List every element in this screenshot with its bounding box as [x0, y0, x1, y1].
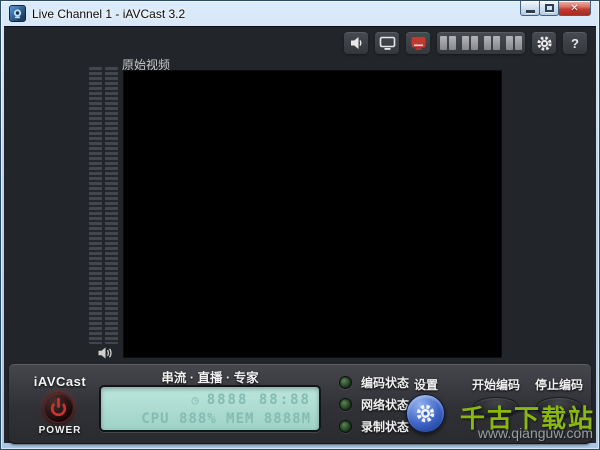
power-icon [50, 397, 67, 417]
gear-icon [536, 35, 552, 51]
settings-label: 设置 [413, 378, 438, 392]
watermark-url: www.qianguw.com [477, 425, 593, 441]
speaker-icon [350, 37, 361, 49]
meter-right-channel [105, 67, 118, 344]
status-row-encoding: 编码状态 [339, 375, 410, 390]
settings-toolbar-button[interactable] [532, 32, 556, 54]
close-button[interactable]: ✕ [558, 1, 591, 16]
video-preview [123, 70, 502, 358]
window-controls: ✕ [520, 1, 591, 16]
status-row-network: 网络状态 [339, 397, 410, 412]
stop-encoding-label[interactable]: 停止编码 [528, 376, 590, 393]
help-icon: ? [571, 35, 579, 51]
channel-bank-button[interactable] [437, 32, 525, 54]
record-monitor-button[interactable] [406, 32, 430, 54]
lcd-time-value: 8888 88:88 [206, 392, 311, 408]
channel-meter-icon [462, 36, 478, 50]
channel-meter-icon [484, 36, 500, 50]
lcd-time-line: ◷ 8888 88:88 [101, 392, 311, 408]
encoding-status-led [339, 375, 352, 389]
lcd-stats-line: CPU 888% MEM 8888M [141, 411, 311, 427]
channel-meter-icon [506, 36, 522, 50]
toolbar: ? [344, 32, 587, 54]
power-label: POWER [38, 425, 82, 436]
settings-button[interactable] [406, 394, 445, 433]
help-button[interactable]: ? [563, 32, 587, 54]
close-icon: ✕ [570, 2, 579, 14]
minimize-icon [525, 9, 535, 13]
maximize-button[interactable] [539, 1, 559, 16]
encoding-status-label: 编码状态 [361, 375, 410, 390]
title-bar[interactable]: Live Channel 1 - iAVCast 3.2 ✕ [1, 1, 599, 26]
power-button[interactable] [43, 392, 74, 423]
gear-icon [416, 404, 435, 423]
status-indicators: 编码状态 网络状态 录制状态 [339, 375, 409, 441]
preview-monitor-button[interactable] [375, 32, 399, 54]
meter-left-channel [89, 67, 102, 344]
monitor-mute-button[interactable] [97, 346, 113, 365]
audio-toggle-button[interactable] [344, 32, 368, 54]
app-window: Live Channel 1 - iAVCast 3.2 ✕ ? 原始视频 iA… [0, 0, 600, 450]
clock-icon: ◷ [191, 393, 201, 407]
network-status-label: 网络状态 [361, 397, 410, 412]
speaker-icon [98, 347, 112, 359]
start-encoding-label[interactable]: 开始编码 [465, 376, 527, 393]
slogan-label: 串流 · 直播 · 专家 [161, 371, 259, 385]
app-icon [9, 5, 26, 22]
network-status-led [339, 397, 352, 411]
recording-status-label: 录制状态 [361, 419, 410, 434]
brand-label: iAVCast [33, 374, 87, 389]
client-area: ? 原始视频 iAVCast POWER 串流 · 直播 · 专家 ◷ 8888… [4, 26, 596, 444]
lcd-display: ◷ 8888 88:88 CPU 888% MEM 8888M [99, 385, 321, 432]
monitor-icon [379, 36, 395, 50]
maximize-icon [544, 4, 554, 12]
recording-status-led [339, 419, 352, 433]
webcam-icon [13, 9, 22, 19]
audio-level-meter [89, 67, 121, 344]
channel-meter-icon [440, 36, 456, 50]
minimize-button[interactable] [520, 1, 540, 16]
window-title: Live Channel 1 - iAVCast 3.2 [32, 7, 186, 21]
status-row-recording: 录制状态 [339, 419, 410, 434]
red-monitor-icon [411, 36, 425, 50]
